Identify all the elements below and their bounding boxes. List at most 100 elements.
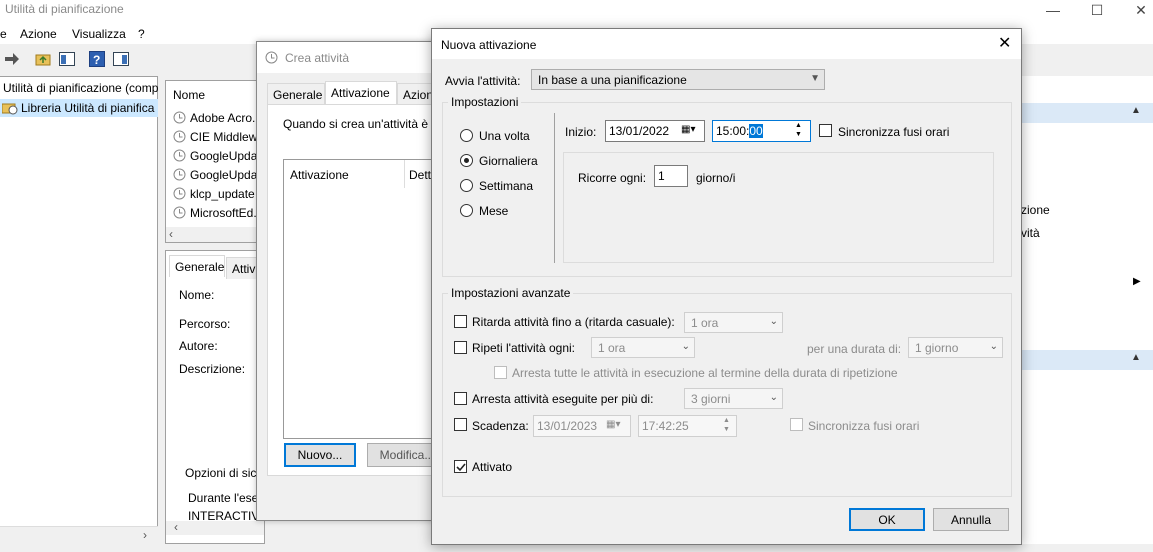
schedule-radio-1[interactable] xyxy=(460,154,473,167)
label-nome: Nome: xyxy=(179,288,215,302)
tab-crea-generale[interactable]: Generale xyxy=(267,83,325,105)
task-list-pane: Nome Adobe Acro... CIE Middlew GoogleUpda G… xyxy=(165,80,265,243)
task-row[interactable]: CIE Middlew xyxy=(171,128,263,146)
detail-scroll-left-icon[interactable]: ‹ xyxy=(174,520,178,534)
column-name-header[interactable]: Nome xyxy=(173,88,205,102)
duration-chevron-icon: ⌄ xyxy=(989,341,998,352)
create-task-title: Crea attività xyxy=(285,51,350,65)
tab-crea-attivazione[interactable]: Attivazione xyxy=(325,81,397,105)
sync-timezone-checkbox[interactable] xyxy=(819,124,832,137)
expire-time-value: 17:42:25 xyxy=(642,419,689,433)
start-time-input[interactable]: 15:00: 00 ▲ ▼ xyxy=(712,120,811,142)
task-row[interactable]: Adobe Acro... xyxy=(171,109,263,127)
enabled-checkbox[interactable] xyxy=(454,460,467,473)
help-icon[interactable]: ? xyxy=(88,50,106,68)
expire-date-input[interactable]: 13/01/2023 ▦▾ xyxy=(533,415,631,437)
stop-longer-checkbox[interactable] xyxy=(454,392,467,405)
stop-longer-chevron-icon: ⌄ xyxy=(769,392,778,403)
cancel-button[interactable]: Annulla xyxy=(933,508,1009,531)
duration-label: per una durata di: xyxy=(807,342,902,356)
detail-hscrollbar[interactable]: ‹ xyxy=(166,520,264,535)
repeat-checkbox[interactable] xyxy=(454,341,467,354)
task-row[interactable]: MicrosoftEd... xyxy=(171,204,263,222)
forward-arrow-icon[interactable] xyxy=(3,50,21,68)
menu-file[interactable]: e xyxy=(0,27,7,41)
start-time-pre: 15:00: xyxy=(716,124,750,138)
create-task-titlebar: Crea attività xyxy=(257,42,435,73)
submenu-arrow-icon[interactable]: ▶ xyxy=(1133,276,1141,287)
new-trigger-label: Nuovo... xyxy=(297,448,343,462)
recur-input[interactable]: 1 xyxy=(654,165,688,187)
folder-up-icon[interactable] xyxy=(34,50,52,68)
start-date-label: Inizio: xyxy=(565,125,597,139)
settings-label: Impostazioni xyxy=(448,95,522,109)
recur-unit: giorno/i xyxy=(696,171,736,185)
schedule-radio-0[interactable] xyxy=(460,129,473,142)
tab-crea-azioni[interactable]: Azion xyxy=(397,83,435,105)
menu-visualizza[interactable]: Visualizza xyxy=(72,27,126,41)
task-name: klcp_update xyxy=(190,187,255,201)
task-row[interactable]: GoogleUpda xyxy=(171,166,263,184)
show-hide-tree-icon[interactable] xyxy=(58,50,76,68)
time-spinner-icon[interactable]: ▲ ▼ xyxy=(795,121,802,139)
task-clock-icon xyxy=(173,168,186,181)
expire-time-input[interactable]: 17:42:25 ▲ ▼ xyxy=(638,415,737,437)
triggers-list[interactable]: Attivazione Dett xyxy=(283,159,443,439)
task-list-hscrollbar[interactable]: ‹ xyxy=(166,227,264,242)
minimize-icon[interactable]: — xyxy=(1030,0,1076,20)
expire-checkbox[interactable] xyxy=(454,418,467,431)
schedule-radio-label: Giornaliera xyxy=(479,154,538,168)
duration-select[interactable]: 1 giorno ⌄ xyxy=(908,337,1003,358)
crea-description: Quando si crea un'attività è p xyxy=(283,117,439,131)
during-execution-label: Durante l'ese xyxy=(188,491,259,505)
close-icon[interactable]: ✕ xyxy=(998,33,1011,53)
menu-help[interactable]: ? xyxy=(138,27,145,41)
calendar-icon[interactable]: ▦▾ xyxy=(681,124,695,135)
start-date-input[interactable]: 13/01/2022 ▦▾ xyxy=(605,120,705,142)
tree-item-library[interactable]: Libreria Utilità di pianifica xyxy=(0,99,158,117)
column-details[interactable]: Dett xyxy=(409,168,431,182)
task-row[interactable]: klcp_update xyxy=(171,185,263,203)
expire-date-value: 13/01/2023 xyxy=(537,419,598,433)
expire-calendar-icon[interactable]: ▦▾ xyxy=(606,419,620,430)
tab-generale[interactable]: Generale xyxy=(169,255,225,277)
maximize-icon[interactable]: ☐ xyxy=(1074,0,1120,20)
start-time-selected: 00 xyxy=(749,124,763,138)
schedule-radio-2[interactable] xyxy=(460,179,473,192)
tree-hscrollbar[interactable]: › xyxy=(0,526,158,544)
scroll-left-icon[interactable]: ‹ xyxy=(169,227,173,241)
tree-item-library-label: Libreria Utilità di pianifica xyxy=(21,101,155,115)
menu-azione[interactable]: Azione xyxy=(20,27,57,41)
schedule-radio-3[interactable] xyxy=(460,204,473,217)
column-activation[interactable]: Attivazione xyxy=(290,168,349,182)
collapse-up-icon[interactable]: ▲ xyxy=(1131,105,1141,116)
stop-longer-select[interactable]: 3 giorni ⌄ xyxy=(684,388,783,409)
ok-label: OK xyxy=(878,512,896,527)
delay-select[interactable]: 1 ora ⌄ xyxy=(684,312,783,333)
expire-sync-label: Sincronizza fusi orari xyxy=(808,419,920,433)
show-action-pane-icon[interactable] xyxy=(112,50,130,68)
actions-pane: ▲ zione vità ▶ ▲ xyxy=(1020,76,1153,544)
stop-all-label: Arresta tutte le attività in esecuzione … xyxy=(512,366,898,380)
delay-chevron-icon: ⌄ xyxy=(769,316,778,327)
stop-all-checkbox[interactable] xyxy=(494,366,507,379)
repeat-select[interactable]: 1 ora ⌄ xyxy=(591,337,695,358)
start-task-select[interactable]: In base a una pianificazione ▼ xyxy=(531,69,825,90)
schedule-radio-label: Una volta xyxy=(479,129,530,143)
collapse-up-icon-2[interactable]: ▲ xyxy=(1131,352,1141,363)
task-name: GoogleUpda xyxy=(190,168,258,182)
svg-text:?: ? xyxy=(93,53,100,67)
expire-spinner-icon[interactable]: ▲ ▼ xyxy=(723,416,730,434)
close-window-icon[interactable]: ✕ xyxy=(1118,0,1153,20)
new-trigger-button[interactable]: Nuovo... xyxy=(284,443,356,467)
ok-button[interactable]: OK xyxy=(849,508,925,531)
action-item-azione[interactable]: zione xyxy=(1021,203,1050,217)
expire-sync-checkbox[interactable] xyxy=(790,418,803,431)
label-autore: Autore: xyxy=(179,339,218,353)
action-item-attivita[interactable]: vità xyxy=(1021,226,1040,240)
delay-checkbox[interactable] xyxy=(454,315,467,328)
task-row[interactable]: GoogleUpda xyxy=(171,147,263,165)
task-name: Adobe Acro... xyxy=(190,111,263,125)
tree-root[interactable]: Utilità di pianificazione (comp xyxy=(3,81,158,95)
scroll-right-icon[interactable]: › xyxy=(143,528,147,542)
